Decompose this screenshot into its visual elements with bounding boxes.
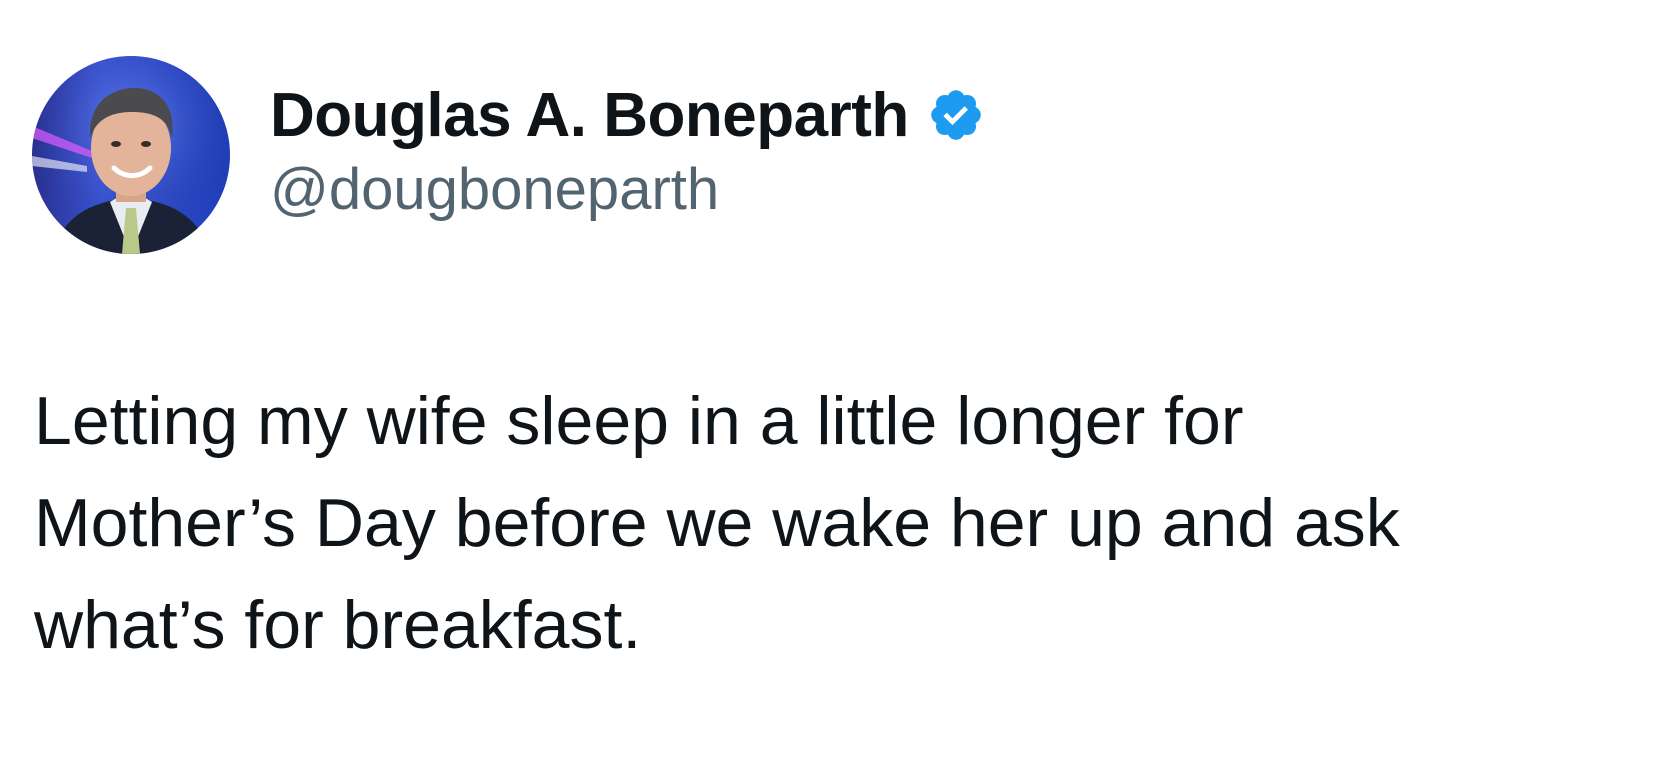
- name-row: Douglas A. Boneparth: [270, 78, 985, 152]
- tweet-text-line: Mother’s Day before we wake her up and a…: [34, 485, 1400, 561]
- tweet-card: Douglas A. Boneparth @dougboneparth Lett…: [0, 0, 1654, 772]
- verified-badge-icon: [927, 86, 985, 144]
- tweet-text-line: what’s for breakfast.: [34, 587, 642, 663]
- avatar-photo: [32, 56, 230, 254]
- tweet-text: Letting my wife sleep in a little longer…: [34, 370, 1624, 676]
- user-handle[interactable]: @dougboneparth: [270, 156, 985, 223]
- display-name[interactable]: Douglas A. Boneparth: [270, 80, 909, 151]
- avatar[interactable]: [32, 56, 230, 254]
- author-info: Douglas A. Boneparth @dougboneparth: [270, 78, 985, 223]
- tweet-text-line: Letting my wife sleep in a little longer…: [34, 383, 1244, 459]
